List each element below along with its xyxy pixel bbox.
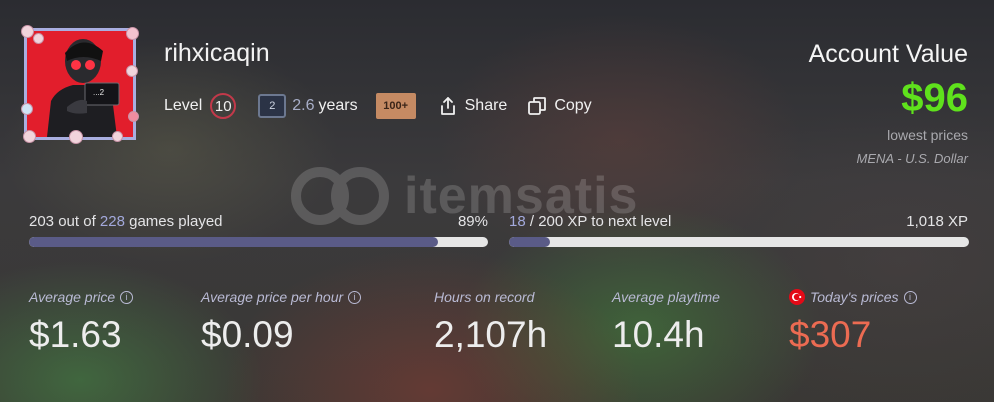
stat-value-average-price: $1.63	[29, 314, 122, 355]
games-played-suffix: games played	[129, 213, 223, 230]
stat-label-average-price-per-hour: Average price per hour i	[201, 289, 362, 305]
avatar-decoration-dot	[33, 33, 44, 44]
xp-progress-fill	[509, 237, 551, 247]
stat-label-text: Average price	[29, 289, 116, 305]
games-progress-fill	[29, 237, 438, 247]
games-total-count: 228	[99, 213, 125, 230]
years-value: 2.6	[292, 97, 315, 114]
avatar[interactable]: ...2	[21, 25, 139, 144]
stat-label-average-price: Average price i	[29, 289, 134, 305]
share-icon	[440, 97, 455, 115]
stat-label-average-playtime: Average playtime	[612, 289, 720, 305]
avatar-decoration-dot	[69, 130, 83, 144]
avatar-decoration-dot	[23, 130, 36, 143]
share-button[interactable]: Share	[438, 96, 508, 116]
avatar-decoration-dot	[126, 27, 139, 40]
account-region[interactable]: MENA - U.S. Dollar	[857, 151, 968, 166]
stat-label-text: Today's prices	[810, 289, 899, 305]
turkey-flag-icon	[789, 289, 805, 305]
copy-icon	[528, 97, 547, 115]
avatar-phone-text: ...2	[93, 88, 105, 97]
watermark-logo-icon	[291, 167, 389, 225]
avatar-decoration-dot	[112, 131, 123, 142]
years-badge-icon: 2	[258, 94, 287, 118]
avatar-decoration-dot	[21, 103, 33, 115]
stat-label-todays-prices: Today's prices i	[789, 289, 917, 305]
avatar-decoration-dot	[126, 65, 138, 77]
games-played-percent: 89%	[457, 213, 488, 230]
years-unit: years	[318, 97, 358, 114]
avatar-decoration-dot	[128, 111, 139, 122]
stat-label-hours-on-record: Hours on record	[434, 289, 534, 305]
xp-total: 1,018 XP	[906, 213, 968, 230]
stat-value-hours-on-record: 2,107h	[434, 314, 548, 355]
xp-to-next-level: / 200 XP to next level	[529, 213, 672, 230]
avatar-decoration-dot	[21, 25, 34, 38]
info-icon[interactable]: i	[348, 290, 362, 304]
stat-label-text: Hours on record	[434, 289, 535, 305]
share-label: Share	[464, 97, 508, 114]
stat-label-text: Average price per hour	[201, 289, 344, 305]
stat-value-average-price-per-hour: $0.09	[201, 314, 294, 355]
profile-meta-row: Level 10 2 2.6 years 100+ Share Copy	[164, 91, 592, 121]
level-label: Level	[164, 97, 203, 114]
account-value-amount: $96	[901, 76, 968, 120]
games-badge: 100+	[375, 93, 416, 119]
copy-label: Copy	[554, 97, 592, 114]
xp-current: 18	[509, 213, 526, 230]
xp-progress-bar	[509, 237, 969, 247]
avatar-figure-icon	[47, 39, 120, 137]
account-value-note: lowest prices	[887, 127, 968, 143]
level-badge: 10	[210, 93, 237, 119]
xp-progress-text: 18 / 200 XP to next level	[509, 213, 671, 230]
games-played-text: 203 out of 228 games played	[29, 213, 223, 230]
games-progress-bar	[29, 237, 488, 247]
account-value-title: Account Value	[808, 40, 968, 68]
copy-button[interactable]: Copy	[527, 96, 592, 116]
stat-value-average-playtime: 10.4h	[612, 314, 705, 355]
info-icon[interactable]: i	[903, 290, 917, 304]
stat-value-todays-prices: $307	[789, 314, 872, 355]
games-out-of: out of	[58, 213, 96, 230]
games-played-count: 203	[29, 213, 55, 230]
info-icon[interactable]: i	[120, 290, 134, 304]
stat-label-text: Average playtime	[612, 289, 720, 305]
username: rihxicaqin	[164, 39, 270, 67]
